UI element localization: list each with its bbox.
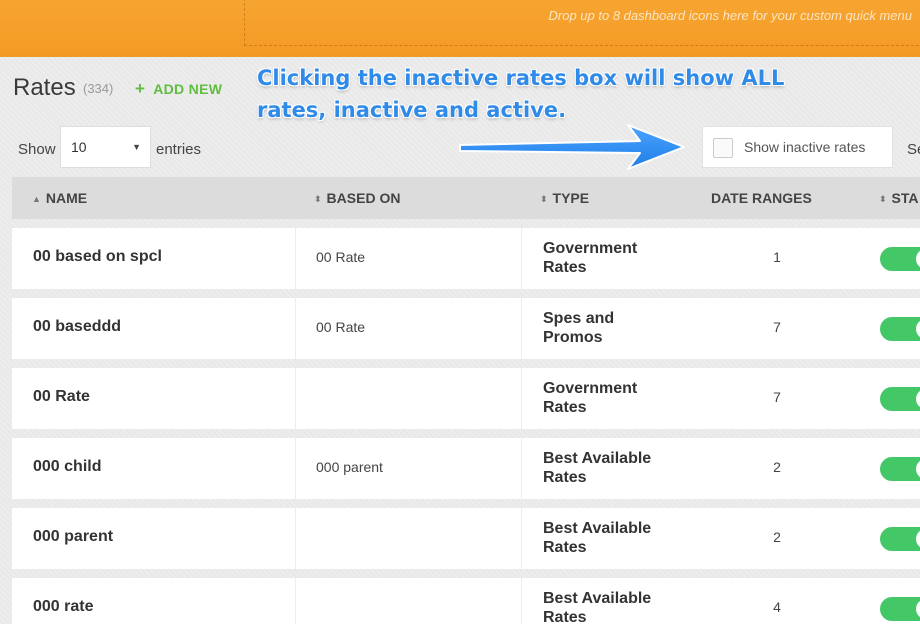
status-toggle[interactable]: [880, 317, 920, 341]
add-new-label: ADD NEW: [153, 81, 223, 97]
toggle-knob: [916, 529, 920, 549]
table-header: ▲ NAME ⬍ BASED ON ⬍ TYPE DATE RANGES ⬍ STA: [12, 177, 920, 219]
show-inactive-toggle[interactable]: Show inactive rates: [702, 126, 893, 168]
dropzone-hint: Drop up to 8 dashboard icons here for yo…: [548, 8, 912, 23]
page-size-select[interactable]: 10 ▼: [60, 126, 151, 168]
rate-based-on: 00 Rate: [295, 228, 521, 289]
status-toggle[interactable]: [880, 457, 920, 481]
rate-based-on: [295, 508, 521, 569]
table-row[interactable]: 00 Rate Government Rates 7: [12, 368, 920, 429]
add-new-button[interactable]: + ADD NEW: [135, 79, 222, 99]
sort-both-icon: ⬍: [879, 194, 887, 204]
column-header-date-ranges: DATE RANGES: [711, 190, 812, 206]
show-inactive-checkbox[interactable]: [713, 138, 733, 158]
toggle-knob: [916, 389, 920, 409]
caret-down-icon: ▼: [132, 142, 141, 152]
sort-both-icon: ⬍: [540, 194, 548, 204]
rate-name[interactable]: 000 rate: [12, 578, 295, 624]
toggle-knob: [916, 459, 920, 479]
table-row[interactable]: 00 baseddd 00 Rate Spes and Promos 7: [12, 298, 920, 359]
rate-based-on: [295, 368, 521, 429]
rate-based-on: 000 parent: [295, 438, 521, 499]
rate-name[interactable]: 000 parent: [12, 508, 295, 569]
page-title: Rates: [13, 74, 76, 101]
rate-type: Best Available Rates: [521, 438, 691, 499]
rate-date-ranges: 4: [773, 599, 781, 615]
entries-label: entries: [156, 141, 202, 158]
toggle-knob: [916, 249, 920, 269]
rate-date-ranges: 7: [773, 319, 781, 335]
show-label: Show: [18, 141, 56, 158]
column-header-type[interactable]: ⬍ TYPE: [540, 190, 589, 206]
table-row[interactable]: 000 child 000 parent Best Available Rates…: [12, 438, 920, 499]
quick-menu-dropzone[interactable]: Drop up to 8 dashboard icons here for yo…: [244, 0, 920, 46]
top-bar: Drop up to 8 dashboard icons here for yo…: [0, 0, 920, 57]
column-header-based-on[interactable]: ⬍ BASED ON: [314, 190, 400, 206]
rate-date-ranges: 7: [773, 389, 781, 405]
status-toggle[interactable]: [880, 527, 920, 551]
rate-type: Best Available Rates: [521, 508, 691, 569]
rate-name[interactable]: 00 baseddd: [12, 298, 295, 359]
toggle-knob: [916, 319, 920, 339]
rate-date-ranges: 1: [773, 249, 781, 265]
sort-both-icon: ⬍: [314, 194, 322, 204]
column-header-name[interactable]: ▲ NAME: [32, 190, 87, 206]
rate-type: Government Rates: [521, 368, 691, 429]
rate-name[interactable]: 00 Rate: [12, 368, 295, 429]
callout-annotation: Clicking the inactive rates box will sho…: [257, 66, 785, 122]
column-header-status[interactable]: ⬍ STA: [879, 190, 919, 206]
rate-type: Government Rates: [521, 228, 691, 289]
search-label: Se: [907, 141, 920, 158]
arrow-right-icon: [459, 124, 685, 170]
plus-icon: +: [135, 79, 146, 98]
status-toggle[interactable]: [880, 597, 920, 621]
rate-name[interactable]: 00 based on spcl: [12, 228, 295, 289]
rate-type: Spes and Promos: [521, 298, 691, 359]
page-size-value: 10: [71, 139, 87, 155]
toggle-knob: [916, 599, 920, 619]
table-row[interactable]: 000 rate Best Available Rates 4: [12, 578, 920, 624]
rate-date-ranges: 2: [773, 459, 781, 475]
rate-date-ranges: 2: [773, 529, 781, 545]
rate-based-on: 00 Rate: [295, 298, 521, 359]
status-toggle[interactable]: [880, 247, 920, 271]
rate-type: Best Available Rates: [521, 578, 691, 624]
table-row[interactable]: 000 parent Best Available Rates 2: [12, 508, 920, 569]
rate-name[interactable]: 000 child: [12, 438, 295, 499]
sort-asc-icon: ▲: [32, 194, 41, 204]
rate-count: (334): [83, 81, 114, 96]
status-toggle[interactable]: [880, 387, 920, 411]
table-row[interactable]: 00 based on spcl 00 Rate Government Rates…: [12, 228, 920, 289]
rate-based-on: [295, 578, 521, 624]
show-inactive-label: Show inactive rates: [744, 139, 866, 155]
